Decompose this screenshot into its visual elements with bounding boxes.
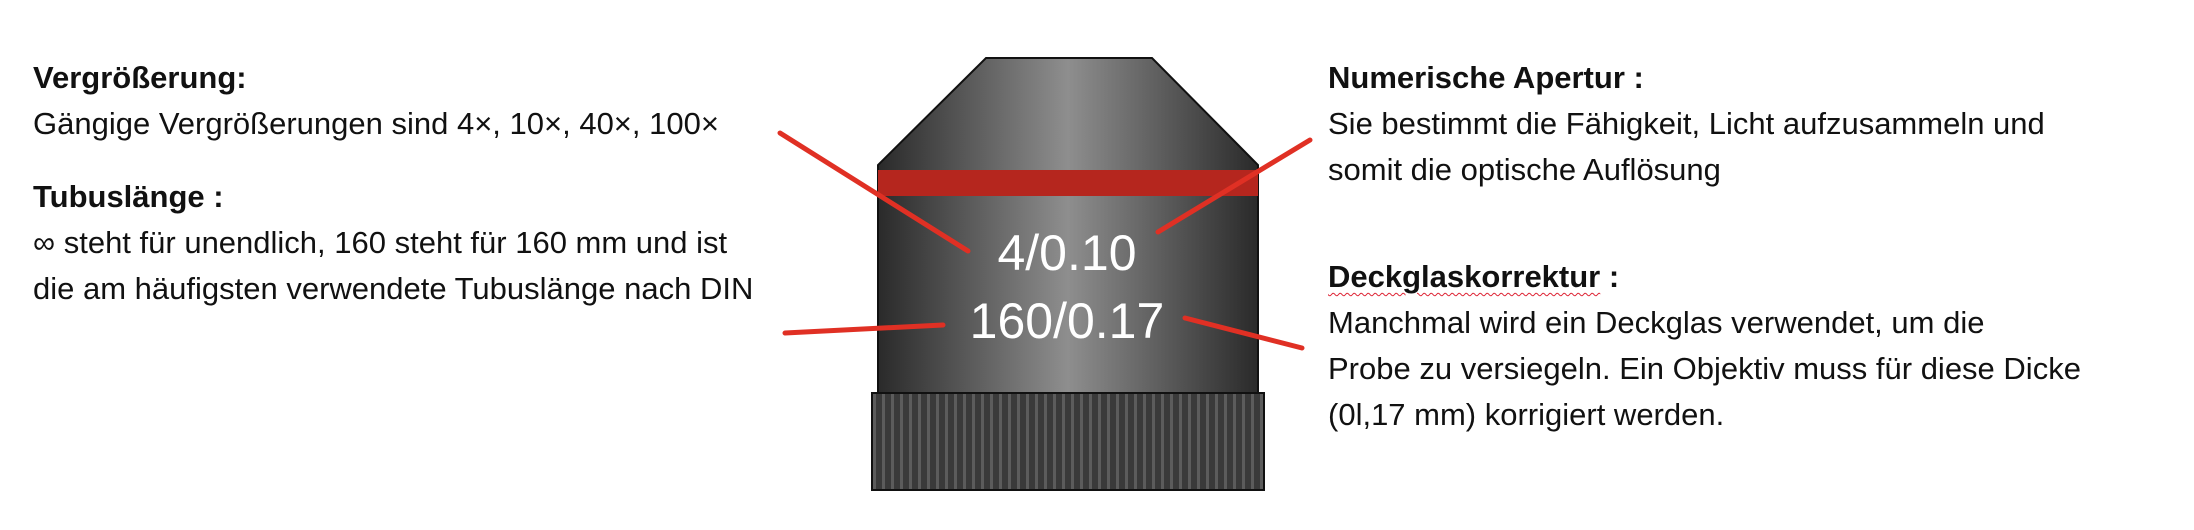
knurled-ring bbox=[871, 392, 1265, 491]
color-band bbox=[878, 170, 1258, 196]
magnification-heading: Vergrößerung: bbox=[33, 60, 247, 95]
coverslip-annotation: Deckglaskorrektur : Manchmal wird ein De… bbox=[1328, 254, 2081, 438]
magnification-text: Gängige Vergrößerungen sind 4×, 10×, 40×… bbox=[33, 106, 719, 141]
magnification-annotation: Vergrößerung: Gängige Vergrößerungen sin… bbox=[33, 55, 719, 147]
objective-label-2: 160/0.17 bbox=[970, 293, 1165, 349]
numerical-aperture-text-2: somit die optische Auflösung bbox=[1328, 152, 1721, 187]
coverslip-heading: Deckglaskorrektur : bbox=[1328, 254, 2081, 300]
coverslip-text-1: Manchmal wird ein Deckglas verwendet, um… bbox=[1328, 305, 1985, 340]
numerical-aperture-annotation: Numerische Apertur : Sie bestimmt die Fä… bbox=[1328, 55, 2045, 193]
numerical-aperture-text-1: Sie bestimmt die Fähigkeit, Licht aufzus… bbox=[1328, 106, 2045, 141]
tube-length-heading: Tubuslänge : bbox=[33, 179, 224, 214]
objective-label-1: 4/0.10 bbox=[997, 225, 1136, 281]
tube-length-text-1: ∞ steht für unendlich, 160 steht für 160… bbox=[33, 225, 728, 260]
tube-length-annotation: Tubuslänge : ∞ steht für unendlich, 160 … bbox=[33, 174, 753, 312]
tube-length-text-2: die am häufigsten verwendete Tubuslänge … bbox=[33, 271, 754, 306]
coverslip-heading-word: Deckglaskorrektur bbox=[1328, 259, 1601, 294]
coverslip-text-2: Probe zu versiegeln. Ein Objektiv muss f… bbox=[1328, 351, 2081, 386]
coverslip-text-3: (0l,17 mm) korrigiert werden. bbox=[1328, 397, 1725, 432]
numerical-aperture-heading: Numerische Apertur : bbox=[1328, 60, 1644, 95]
coverslip-heading-suffix: : bbox=[1600, 259, 1620, 294]
